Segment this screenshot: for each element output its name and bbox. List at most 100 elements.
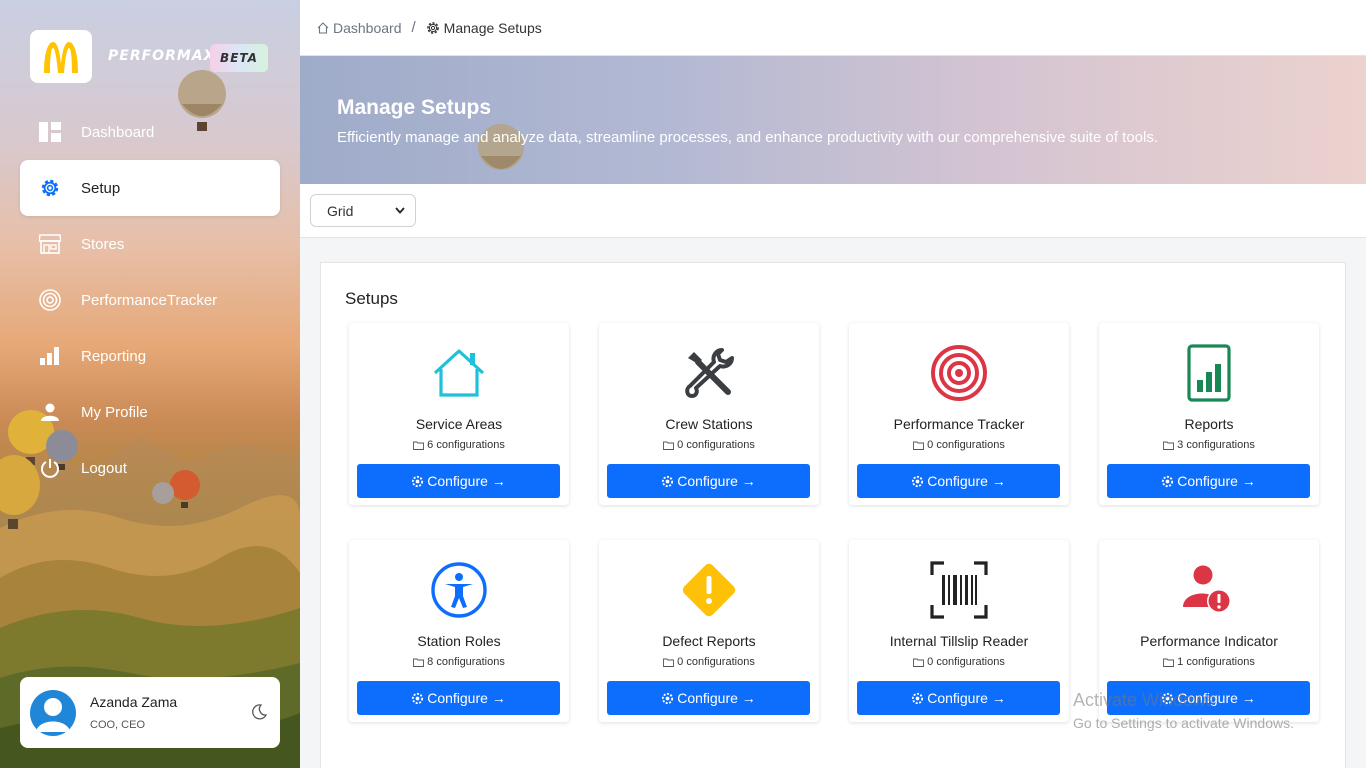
sidebar-item-label: Logout [81, 459, 127, 477]
folder-icon [663, 658, 675, 667]
moon-icon[interactable] [250, 703, 268, 721]
bar-chart-icon [38, 344, 62, 368]
folder-icon [663, 441, 675, 450]
store-icon [38, 232, 62, 256]
user-role: COO, CEO [90, 719, 146, 731]
page-banner: Manage Setups Efficiently manage and ana… [300, 56, 1366, 184]
configure-button[interactable]: Configure → [357, 681, 560, 715]
card-title: Crew Stations [665, 416, 753, 432]
card-title: Internal Tillslip Reader [889, 633, 1029, 649]
target-icon [38, 288, 62, 312]
card-count: 6 configurations [349, 439, 569, 451]
sidebar-item-dashboard[interactable]: Dashboard [20, 104, 280, 160]
breadcrumb-home-label: Dashboard [333, 19, 402, 36]
setup-card-service-areas: Service Areas 6 configurations Configure… [349, 323, 569, 505]
target-icon [929, 343, 989, 403]
folder-icon [1163, 658, 1175, 667]
card-title: Performance Indicator [1140, 633, 1278, 649]
beta-badge: BETA [210, 44, 268, 72]
mcdonalds-logo-icon [44, 41, 78, 73]
card-title: Reports [1184, 416, 1234, 432]
breadcrumb: Dashboard / Manage Setups [300, 0, 1366, 56]
folder-icon [913, 658, 925, 667]
sidebar-item-logout[interactable]: Logout [20, 440, 280, 496]
gear-icon [912, 475, 924, 487]
view-mode-select[interactable]: Grid [310, 194, 416, 227]
folder-icon [913, 441, 925, 450]
gear-icon [1162, 475, 1174, 487]
sidebar-item-label: Reporting [81, 347, 147, 365]
sidebar-item-label: Stores [81, 235, 125, 253]
gear-icon [412, 475, 424, 487]
view-mode-value: Grid [327, 202, 354, 219]
card-count: 0 configurations [599, 439, 819, 451]
configure-button[interactable]: Configure → [607, 681, 810, 715]
breadcrumb-current-label: Manage Setups [443, 19, 542, 36]
page-title: Manage Setups [337, 96, 492, 119]
card-title: Station Roles [417, 633, 501, 649]
accessibility-icon [429, 560, 489, 620]
folder-icon [413, 658, 425, 667]
sidebar-item-label: PerformanceTracker [81, 291, 218, 309]
gear-icon [662, 475, 674, 487]
tools-icon [679, 343, 739, 403]
configure-button[interactable]: Configure → [1107, 464, 1310, 498]
card-title: Performance Tracker [893, 416, 1025, 432]
setup-card-reports: Reports 3 configurations Configure → [1099, 323, 1319, 505]
card-count: 0 configurations [599, 656, 819, 668]
breadcrumb-separator: / [411, 19, 416, 36]
gear-icon [912, 692, 924, 704]
user-card[interactable]: Azanda Zama COO, CEO [20, 677, 280, 748]
person-icon [38, 400, 62, 424]
configure-button[interactable]: Configure → [857, 464, 1060, 498]
card-count: 0 configurations [849, 439, 1069, 451]
card-count: 3 configurations [1099, 439, 1319, 451]
windows-activation-hint: Go to Settings to activate Windows. [1073, 715, 1294, 731]
sidebar-item-label: Setup [81, 179, 121, 197]
setup-card-defect-reports: Defect Reports 0 configurations Configur… [599, 540, 819, 722]
sidebar-item-setup[interactable]: Setup [20, 160, 280, 216]
card-title: Service Areas [415, 416, 503, 432]
breadcrumb-current: Manage Setups [426, 20, 542, 36]
breadcrumb-home[interactable]: Dashboard [317, 20, 402, 36]
barcode-icon [929, 560, 989, 620]
dashboard-icon [38, 120, 62, 144]
setup-card-station-roles: Station Roles 8 configurations Configure… [349, 540, 569, 722]
main-content: Dashboard / Manage Setups Manage Setups … [300, 0, 1366, 768]
setup-card-internal-tillslip-reader: Internal Tillslip Reader 0 configuration… [849, 540, 1069, 722]
configure-button[interactable]: Configure → [607, 464, 810, 498]
house-icon [429, 343, 489, 403]
sidebar-item-performance-tracker[interactable]: PerformanceTracker [20, 272, 280, 328]
sidebar-item-my-profile[interactable]: My Profile [20, 384, 280, 440]
person-alert-icon [1179, 560, 1239, 620]
card-title: Defect Reports [662, 633, 756, 649]
setup-card-crew-stations: Crew Stations 0 configurations Configure… [599, 323, 819, 505]
card-count: 1 configurations [1099, 656, 1319, 668]
gear-icon [426, 21, 439, 34]
gear-icon [38, 176, 62, 200]
chevron-down-icon [395, 207, 405, 214]
sidebar-item-label: My Profile [81, 403, 148, 421]
logo[interactable] [30, 30, 92, 83]
configure-button[interactable]: Configure → [857, 681, 1060, 715]
folder-icon [1163, 441, 1175, 450]
user-avatar-icon [36, 697, 70, 732]
avatar [30, 689, 76, 736]
sidebar-item-reporting[interactable]: Reporting [20, 328, 280, 384]
page-subtitle: Efficiently manage and analyze data, str… [337, 129, 1159, 146]
user-info: Azanda Zama COO, CEO [90, 694, 177, 731]
power-icon [38, 456, 62, 480]
folder-icon [413, 441, 425, 450]
gear-icon [412, 692, 424, 704]
gear-icon [662, 692, 674, 704]
sidebar-item-stores[interactable]: Stores [20, 216, 280, 272]
section-title: Setups [345, 289, 398, 308]
user-name: Azanda Zama [90, 694, 178, 710]
card-count: 8 configurations [349, 656, 569, 668]
windows-activation-title: Activate Windows [1073, 690, 1216, 710]
sidebar: PERFORMAX BETA Dashboard Setup Stores Pe… [0, 0, 300, 768]
setup-card-performance-tracker: Performance Tracker 0 configurations Con… [849, 323, 1069, 505]
home-icon [317, 21, 329, 34]
configure-button[interactable]: Configure → [357, 464, 560, 498]
card-count: 0 configurations [849, 656, 1069, 668]
